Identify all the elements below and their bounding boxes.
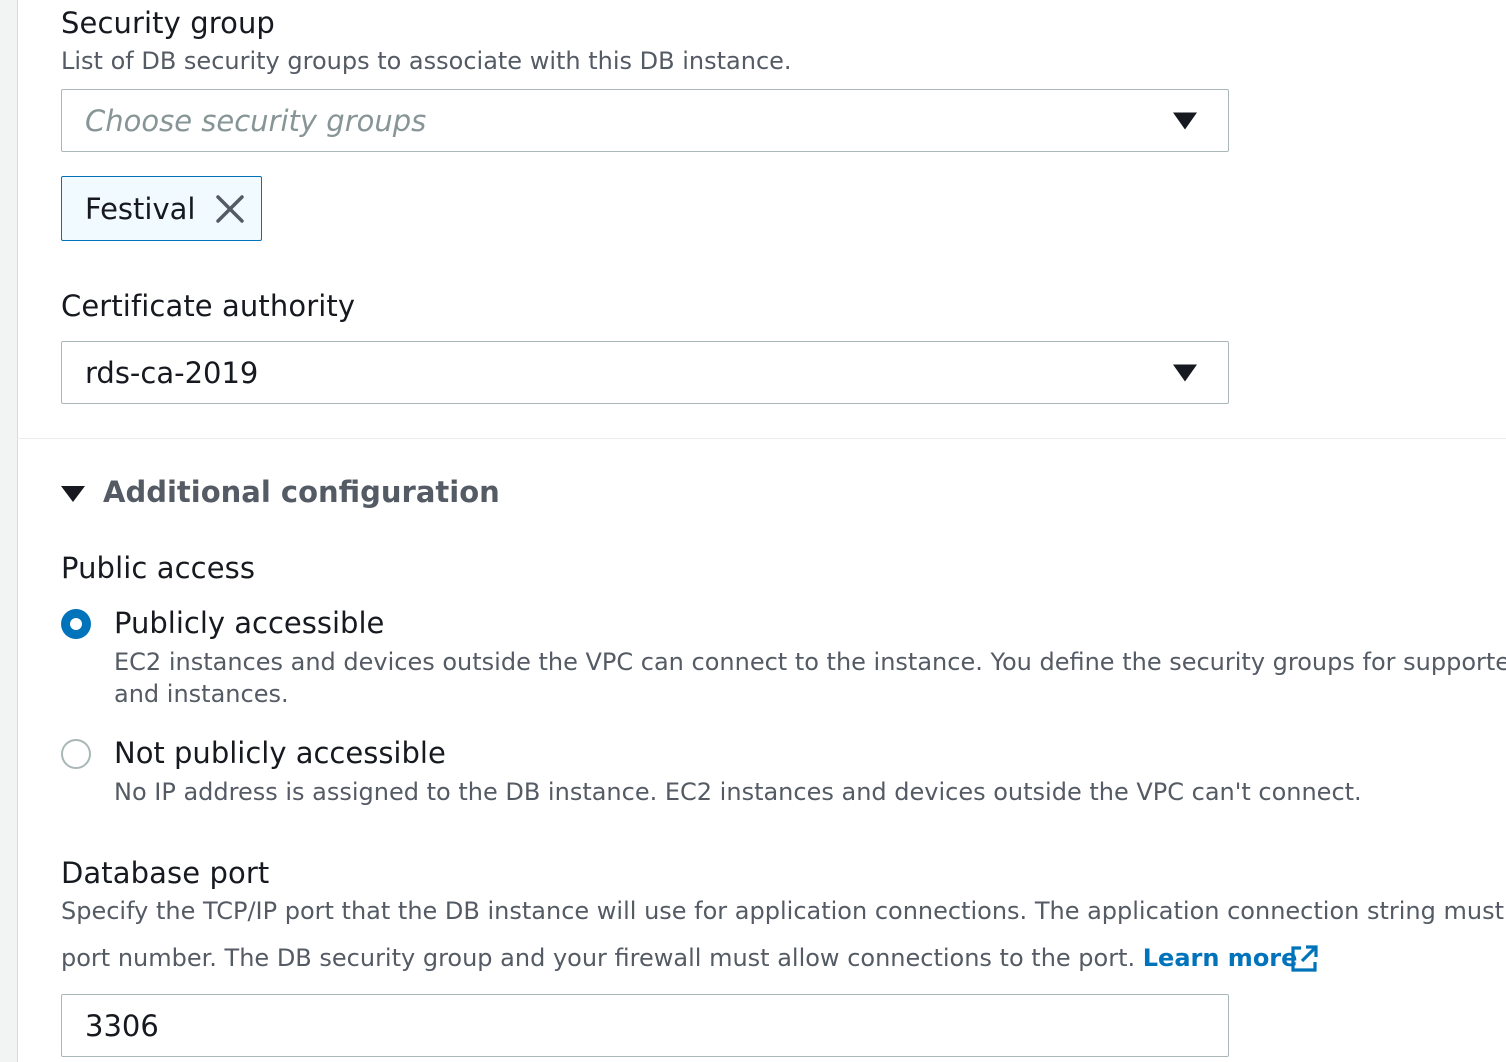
security-group-select[interactable]: Choose security groups bbox=[61, 89, 1229, 152]
caret-down-icon bbox=[1173, 364, 1197, 381]
section-divider bbox=[17, 438, 1506, 439]
publicly-accessible-label[interactable]: Publicly accessible bbox=[114, 606, 384, 640]
database-port-input-box[interactable] bbox=[61, 994, 1229, 1057]
additional-configuration-toggle[interactable]: Additional configuration bbox=[103, 475, 500, 509]
rds-connectivity-panel: Security group List of DB security group… bbox=[0, 0, 1506, 1062]
external-link-icon[interactable] bbox=[1288, 943, 1320, 975]
database-port-description-line2: port number. The DB security group and y… bbox=[61, 944, 1297, 972]
database-port-input[interactable] bbox=[62, 995, 1228, 1056]
caret-down-icon bbox=[1173, 112, 1197, 129]
close-icon[interactable] bbox=[212, 191, 248, 227]
public-access-label: Public access bbox=[61, 551, 256, 585]
expander-caret-icon[interactable] bbox=[61, 486, 85, 502]
database-port-label: Database port bbox=[61, 856, 270, 890]
database-port-description-line1: Specify the TCP/IP port that the DB inst… bbox=[61, 897, 1506, 925]
publicly-accessible-description-line1: EC2 instances and devices outside the VP… bbox=[114, 648, 1506, 676]
security-group-description: List of DB security groups to associate … bbox=[61, 47, 792, 75]
token-label: Festival bbox=[85, 191, 196, 226]
radio-publicly-accessible[interactable] bbox=[61, 609, 91, 639]
security-group-placeholder: Choose security groups bbox=[85, 103, 427, 138]
left-rail bbox=[0, 0, 18, 1062]
radio-not-publicly-accessible[interactable] bbox=[61, 739, 91, 769]
certificate-authority-label: Certificate authority bbox=[61, 289, 356, 323]
certificate-authority-value: rds-ca-2019 bbox=[85, 355, 259, 390]
certificate-authority-select[interactable]: rds-ca-2019 bbox=[61, 341, 1229, 404]
security-group-label: Security group bbox=[61, 6, 275, 40]
learn-more-link[interactable]: Learn more bbox=[1143, 944, 1298, 972]
not-publicly-accessible-label[interactable]: Not publicly accessible bbox=[114, 736, 446, 770]
publicly-accessible-description-line2: and instances. bbox=[114, 680, 289, 708]
security-group-token: Festival bbox=[61, 176, 262, 241]
not-publicly-accessible-description: No IP address is assigned to the DB inst… bbox=[114, 778, 1362, 806]
database-port-description-text: port number. The DB security group and y… bbox=[61, 944, 1136, 972]
